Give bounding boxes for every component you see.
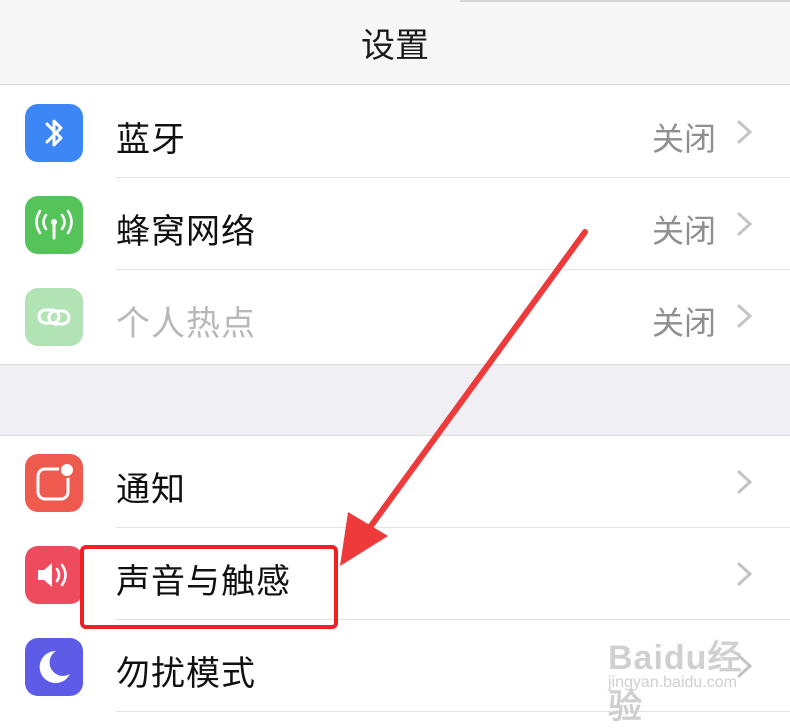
baidu-watermark: Baidu经验 jingyan.baidu.com	[598, 622, 768, 726]
watermark-url: jingyan.baidu.com	[608, 674, 737, 691]
annotation-highlight-box	[80, 545, 338, 629]
